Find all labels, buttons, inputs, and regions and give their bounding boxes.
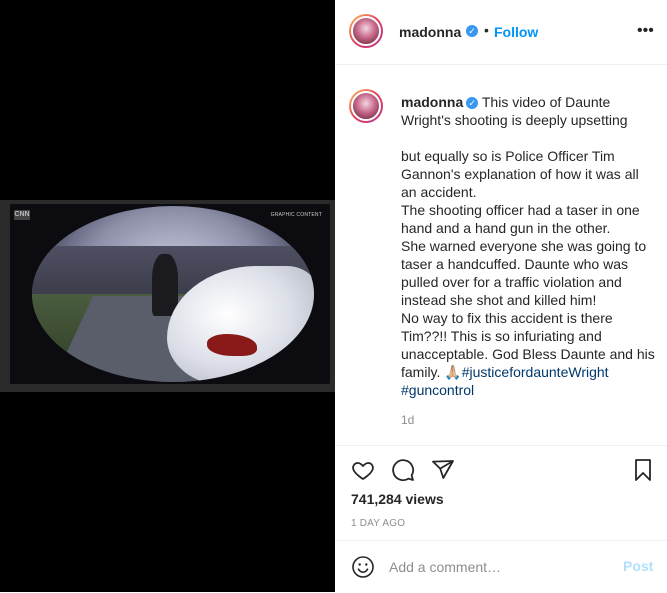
cnn-logo: CNN: [14, 210, 30, 220]
hashtag-link[interactable]: #justicefordaunteWright: [462, 364, 609, 380]
verified-badge-icon: ✓: [466, 97, 479, 109]
verified-badge-icon: ✓: [466, 25, 478, 37]
post-side-panel: madonna ✓ • Follow ••• madonna ✓ This vid…: [335, 0, 667, 592]
hashtag-link[interactable]: #guncontrol: [401, 382, 474, 398]
comment-box: Post: [335, 540, 667, 593]
caption-paragraph: but equally so is Police Officer Tim Gan…: [401, 148, 639, 200]
username-link[interactable]: madonna: [399, 24, 461, 40]
avatar[interactable]: [349, 14, 383, 48]
share-paper-plane-icon[interactable]: [431, 458, 455, 482]
post-media[interactable]: CNN GRAPHIC CONTENT: [0, 0, 335, 592]
follow-button[interactable]: Follow: [494, 24, 538, 40]
caption-area: madonna ✓ This video of Daunte Wright's s…: [335, 65, 667, 445]
comment-input[interactable]: [389, 557, 609, 577]
separator-dot: •: [484, 22, 489, 38]
officer-figure: [152, 254, 178, 316]
caption-avatar[interactable]: [349, 89, 383, 123]
more-options-icon[interactable]: •••: [637, 22, 654, 40]
action-bar: 741,284 views 1 DAY AGO: [335, 445, 667, 542]
caption-username-link[interactable]: madonna: [401, 94, 463, 110]
tv-screen: CNN GRAPHIC CONTENT: [10, 204, 330, 384]
graphic-content-tag: GRAPHIC CONTENT: [270, 212, 322, 218]
post-header: madonna ✓ • Follow •••: [335, 0, 667, 65]
post-timestamp[interactable]: 1 DAY AGO: [351, 518, 405, 529]
heart-icon[interactable]: [351, 458, 375, 482]
caption-text: madonna ✓ This video of Daunte Wright's s…: [401, 93, 657, 399]
caption-paragraph: She warned everyone she was going to tas…: [401, 238, 647, 308]
caption-paragraph: The shooting officer had a taser in one …: [401, 202, 640, 236]
video-frame[interactable]: CNN GRAPHIC CONTENT: [0, 200, 335, 392]
bodycam-footage: [32, 206, 314, 382]
emoji-smiley-icon[interactable]: [351, 555, 375, 579]
comment-bubble-icon[interactable]: [391, 458, 415, 482]
post-comment-button[interactable]: Post: [623, 558, 653, 574]
view-count[interactable]: 741,284 views: [351, 491, 444, 507]
bookmark-icon[interactable]: [631, 458, 655, 482]
caption-age[interactable]: 1d: [401, 413, 414, 427]
